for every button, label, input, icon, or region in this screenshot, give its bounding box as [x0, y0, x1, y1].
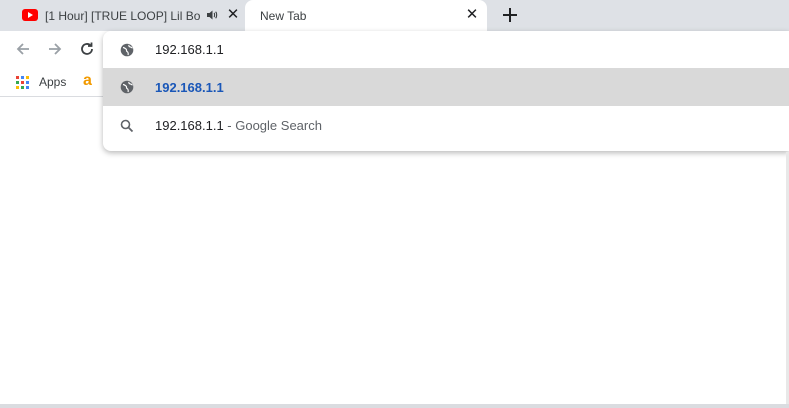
new-tab-button[interactable]: [500, 5, 520, 25]
close-tab-icon[interactable]: ✕: [464, 7, 480, 23]
suggestion-query: 192.168.1.1: [155, 118, 224, 133]
suggestion-suffix: - Google Search: [223, 118, 322, 133]
globe-icon: [120, 80, 134, 94]
tab-title: [1 Hour] [TRUE LOOP] Lil Boo: [45, 8, 200, 23]
suggestion-url-row[interactable]: 192.168.1.1: [103, 68, 789, 106]
tab-youtube[interactable]: [1 Hour] [TRUE LOOP] Lil Boo ✕: [8, 0, 246, 31]
globe-icon: [120, 43, 134, 57]
amazon-bookmark-icon[interactable]: a: [83, 72, 92, 90]
suggestion-search-row[interactable]: 192.168.1.1 - Google Search: [103, 106, 789, 145]
forward-arrow-icon[interactable]: [46, 40, 64, 58]
youtube-icon: [22, 9, 38, 21]
search-icon: [120, 119, 134, 133]
bottom-border: [0, 404, 789, 408]
reload-icon[interactable]: [78, 40, 96, 58]
tab-strip: [1 Hour] [TRUE LOOP] Lil Boo ✕ New Tab ✕: [0, 0, 789, 31]
omnibox-dropdown: 192.168.1.1 192.168.1.1 192.168.1.1 - Go…: [103, 31, 789, 151]
apps-grid-icon: [16, 75, 29, 89]
omnibox-input[interactable]: 192.168.1.1: [155, 42, 224, 57]
suggestion-url-text: 192.168.1.1: [155, 79, 224, 95]
tab-new-tab[interactable]: New Tab ✕: [245, 0, 487, 31]
suggestion-search-text: 192.168.1.1 - Google Search: [155, 118, 322, 133]
omnibox-input-row[interactable]: 192.168.1.1: [103, 31, 789, 68]
speaker-icon[interactable]: [205, 8, 219, 22]
apps-label: Apps: [39, 75, 67, 89]
back-arrow-icon[interactable]: [14, 40, 32, 58]
close-tab-icon[interactable]: ✕: [225, 7, 241, 23]
apps-bookmark[interactable]: Apps: [16, 75, 66, 89]
tab-title: New Tab: [260, 8, 307, 23]
